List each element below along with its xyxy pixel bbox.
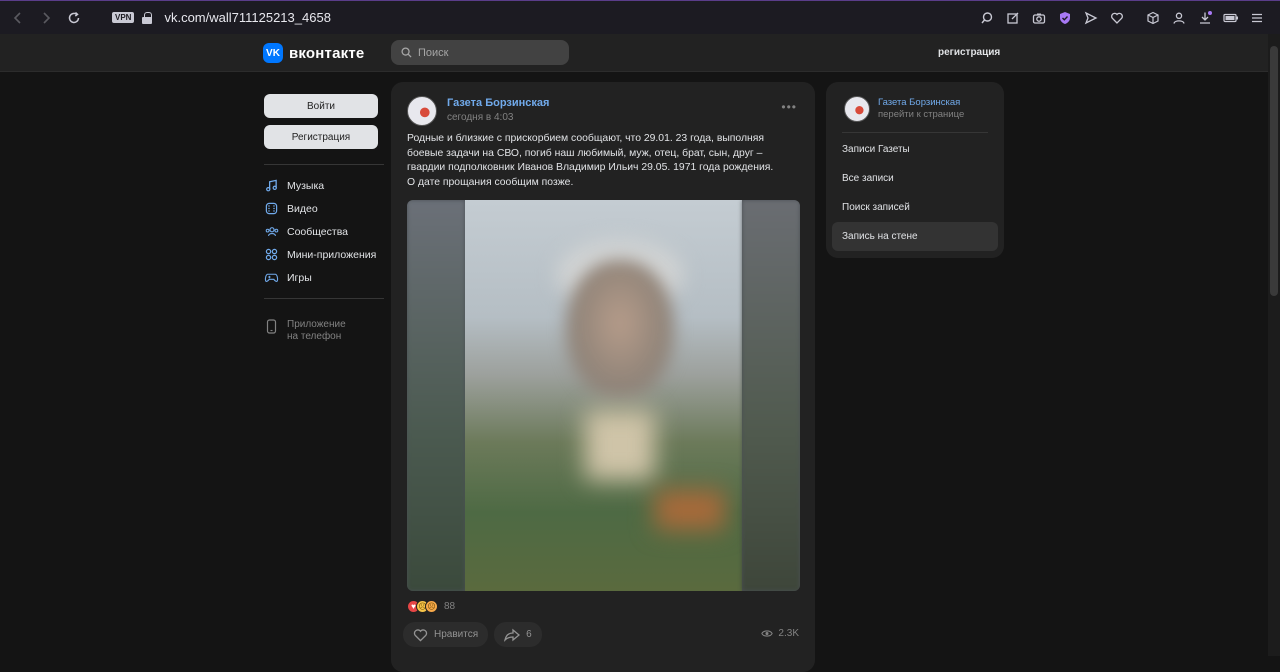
sidebar-item-mini-apps[interactable]: Мини-приложения — [264, 243, 384, 266]
like-label: Нравится — [434, 629, 479, 640]
avatar[interactable] — [407, 96, 437, 126]
page-scrollbar[interactable] — [1268, 34, 1280, 656]
battery-icon[interactable] — [1220, 7, 1242, 29]
post-card: Газета Борзинская сегодня в 4:03 ••• Род… — [391, 82, 815, 672]
search-input[interactable]: Поиск — [391, 40, 569, 65]
sidebar-item-label: Сообщества — [287, 225, 348, 238]
box-icon[interactable] — [1142, 7, 1164, 29]
sidebar-item-music[interactable]: Музыка — [264, 174, 384, 197]
lock-icon[interactable] — [142, 11, 153, 24]
phone-icon — [264, 319, 279, 334]
menu-item-all-posts[interactable]: Все записи — [832, 164, 998, 193]
communities-icon — [264, 225, 279, 238]
vk-logo[interactable]: VK вконтакте — [263, 43, 364, 63]
heart-icon[interactable] — [1106, 7, 1128, 29]
app-link-line1: Приложение — [287, 319, 346, 330]
page-name-link[interactable]: Газета Борзинская — [878, 97, 960, 108]
sidebar-item-label: Мини-приложения — [287, 248, 377, 261]
sidebar-item-video[interactable]: Видео — [264, 197, 384, 220]
views-counter: 2.3K — [761, 628, 799, 639]
games-icon — [264, 271, 279, 284]
profile-icon[interactable] — [1168, 7, 1190, 29]
wall-menu: Записи Газеты Все записи Поиск записей З… — [832, 135, 998, 251]
post-photo[interactable] — [407, 200, 800, 591]
search-icon — [401, 47, 412, 58]
scrollbar-thumb[interactable] — [1270, 46, 1278, 296]
music-icon — [264, 179, 279, 192]
views-count: 2.3K — [778, 628, 799, 639]
register-button[interactable]: Регистрация — [264, 125, 378, 149]
menu-icon[interactable] — [1246, 7, 1268, 29]
vpn-badge[interactable]: VPN — [112, 12, 135, 23]
sidebar-menu: Музыка Видео Сообщества Мини-приложения … — [264, 174, 384, 289]
share-button[interactable]: 6 — [494, 622, 542, 647]
cry-reaction-icon: ☹ — [425, 600, 438, 613]
go-to-page-link[interactable]: перейти к странице — [878, 109, 964, 120]
post-text: Родные и близкие с прискорбием сообщают,… — [407, 132, 787, 190]
reactions-count: 88 — [444, 601, 456, 612]
vk-logo-icon: VK — [263, 43, 283, 63]
video-icon — [264, 202, 279, 215]
site-header: VK вконтакте Поиск регистрация — [0, 34, 1268, 72]
more-options-icon[interactable]: ••• — [781, 100, 797, 114]
sidebar-item-label: Игры — [287, 271, 312, 284]
menu-item-wall-post[interactable]: Запись на стене — [832, 222, 998, 251]
share-count: 6 — [526, 629, 532, 640]
register-link[interactable]: регистрация — [938, 47, 1000, 58]
reactions-summary[interactable]: ♥ ☹ ☹ 88 — [407, 600, 455, 613]
sidebar-divider — [264, 164, 384, 165]
browser-toolbar: VPN vk.com/wall711125213_4658 — [0, 0, 1280, 34]
search-placeholder: Поиск — [418, 46, 449, 59]
address-bar[interactable]: vk.com/wall711125213_4658 — [164, 10, 330, 25]
sidebar-item-games[interactable]: Игры — [264, 266, 384, 289]
camera-icon[interactable] — [1028, 7, 1050, 29]
heart-icon — [413, 628, 428, 642]
search-page-icon[interactable] — [976, 7, 998, 29]
vk-logo-text: вконтакте — [289, 44, 365, 62]
panel-divider — [842, 132, 988, 133]
like-button[interactable]: Нравится — [403, 622, 489, 647]
forward-icon[interactable] — [32, 4, 60, 32]
post-time[interactable]: сегодня в 4:03 — [447, 112, 513, 123]
back-icon[interactable] — [4, 4, 32, 32]
menu-item-search-posts[interactable]: Поиск записей — [832, 193, 998, 222]
sidebar-item-label: Видео — [287, 202, 318, 215]
sidebar-divider — [264, 298, 384, 299]
left-sidebar: Войти Регистрация Музыка Видео Сообществ… — [264, 94, 384, 343]
right-panel: Газета Борзинская перейти к странице Зап… — [826, 82, 1004, 258]
post-author[interactable]: Газета Борзинская — [447, 97, 549, 109]
menu-item-newspaper-posts[interactable]: Записи Газеты — [832, 135, 998, 164]
sidebar-item-label: Музыка — [287, 179, 325, 192]
post-text-note: О дате прощания сообщим позже. — [407, 176, 574, 188]
edit-icon[interactable] — [1002, 7, 1024, 29]
mini-apps-icon — [264, 248, 279, 261]
login-button[interactable]: Войти — [264, 94, 378, 118]
eye-icon — [761, 630, 774, 637]
send-icon[interactable] — [1080, 7, 1102, 29]
sidebar-app-link[interactable]: Приложение на телефон — [264, 308, 384, 343]
share-icon — [504, 628, 521, 642]
download-icon[interactable] — [1194, 7, 1216, 29]
photo-content — [465, 200, 742, 591]
avatar[interactable] — [844, 96, 870, 122]
sidebar-item-communities[interactable]: Сообщества — [264, 220, 384, 243]
post-text-main: Родные и близкие с прискорбием сообщают,… — [407, 133, 774, 174]
post-actions: Нравится 6 — [403, 622, 542, 647]
app-link-line2: на телефон — [287, 331, 342, 342]
reload-icon[interactable] — [60, 4, 88, 32]
shield-icon[interactable] — [1054, 7, 1076, 29]
